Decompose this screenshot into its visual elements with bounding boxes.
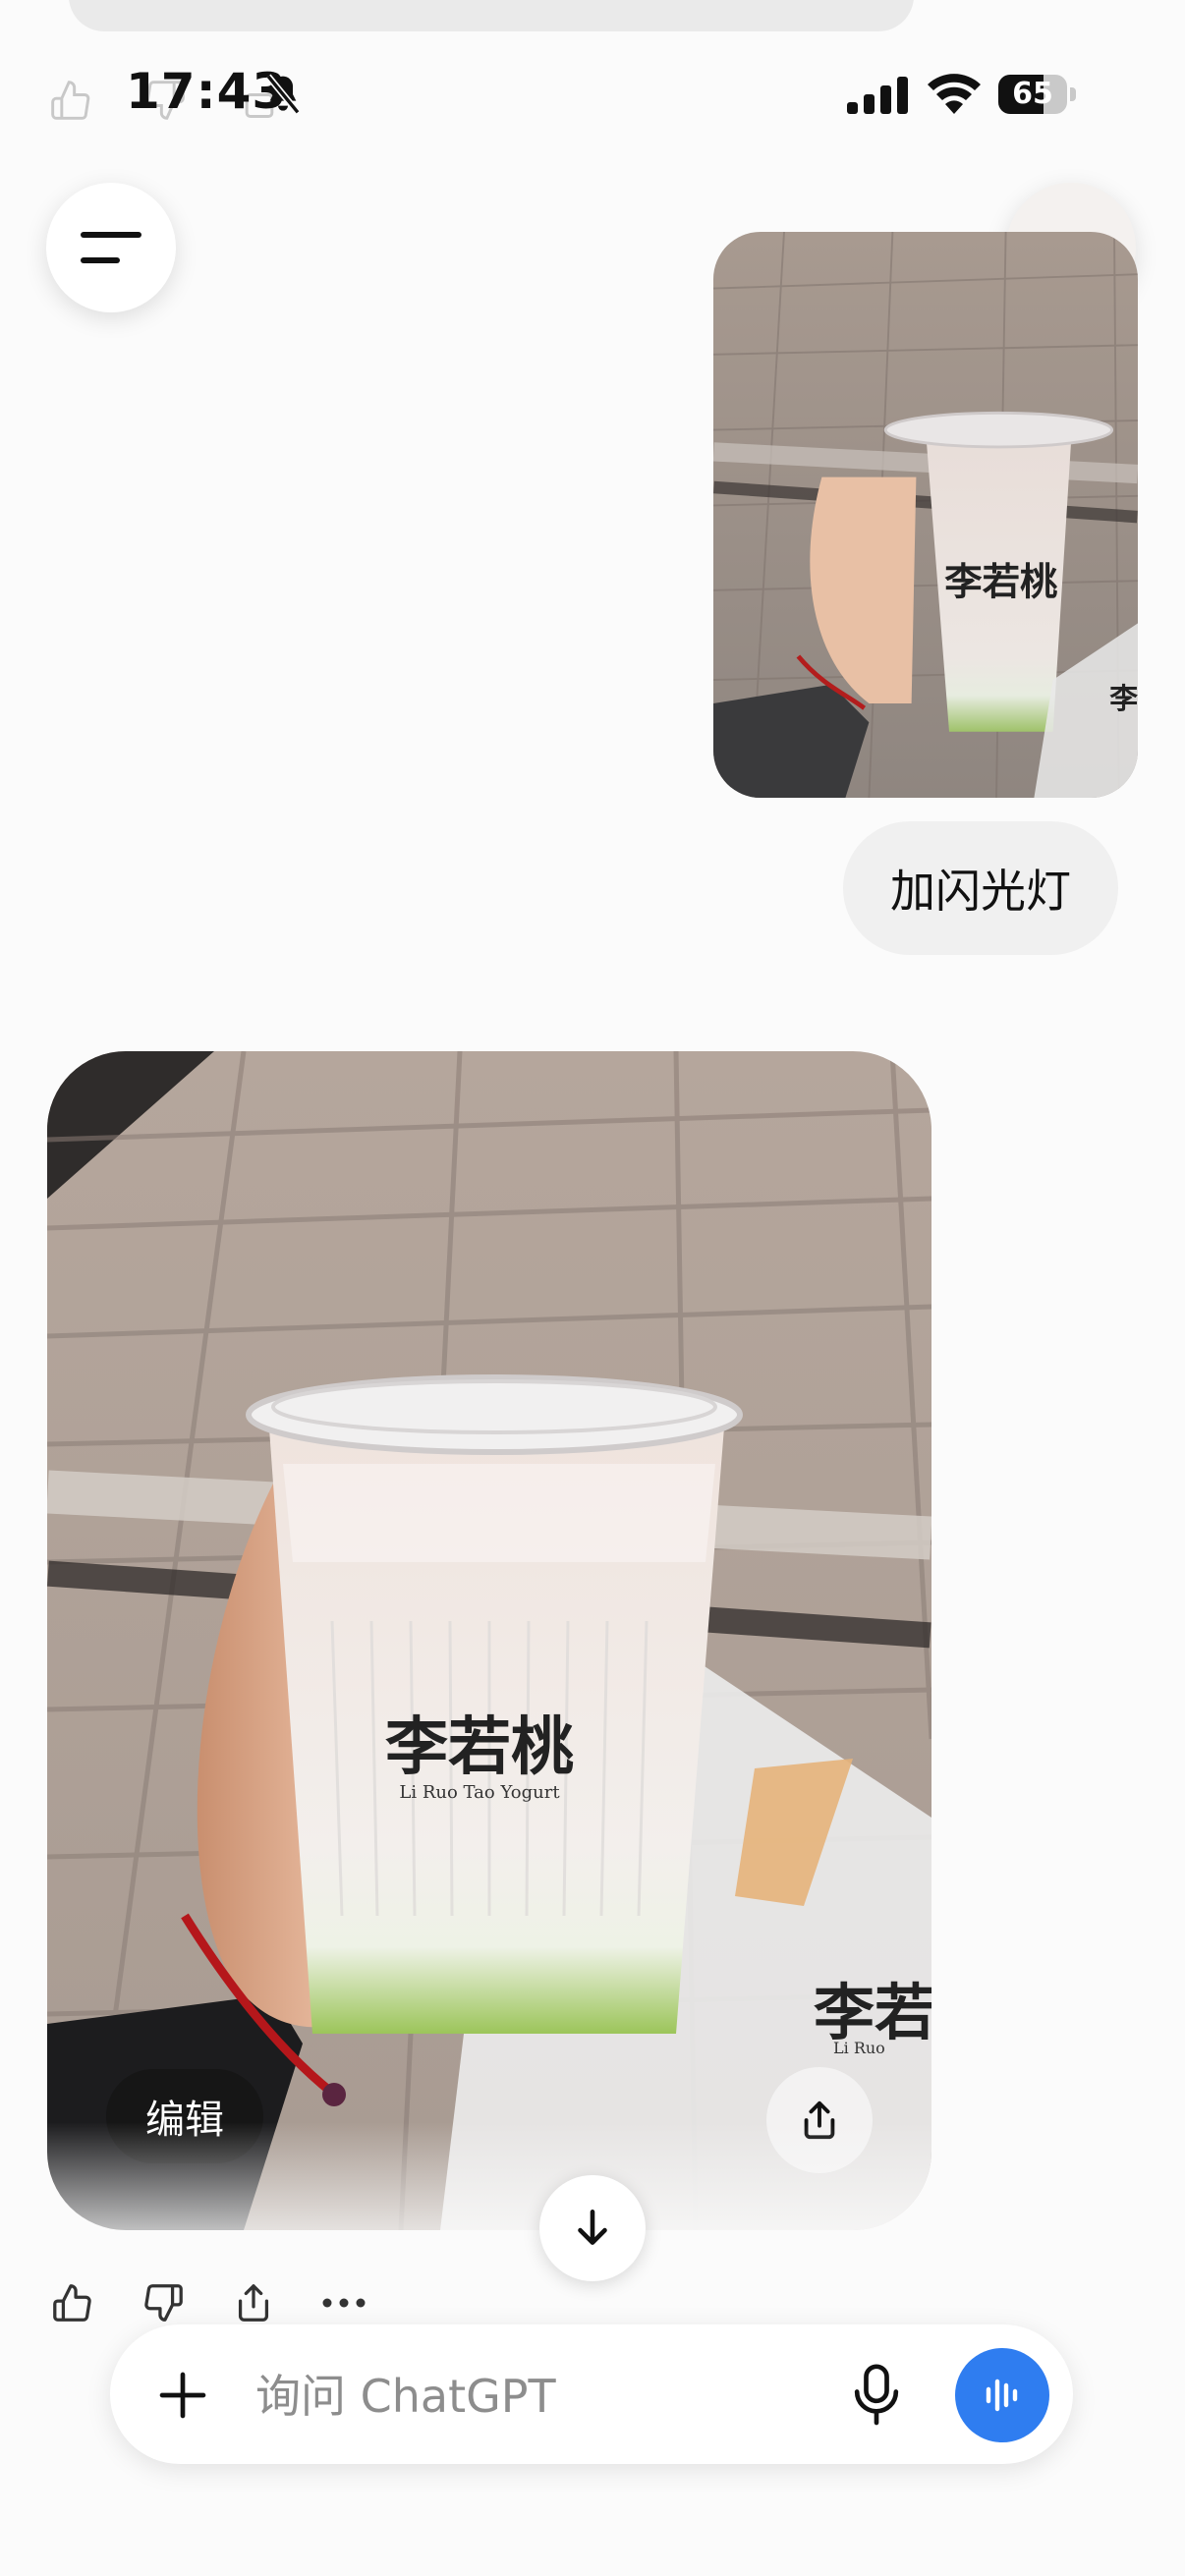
cup-logo-subtext: Li Ruo Tao Yogurt — [399, 1782, 560, 1803]
user-uploaded-photo[interactable]: 李若桃 李若 — [713, 232, 1138, 798]
yogurt-cup-photo-thumbnail: 李若桃 李若 — [713, 232, 1138, 798]
yogurt-cup-flash-photo: 李若 Li Ruo 李若桃 Li Ruo Tao Yogurt — [47, 1051, 931, 2230]
plus-icon — [159, 2372, 206, 2419]
previous-message-fragment — [69, 0, 914, 31]
menu-icon — [81, 232, 141, 263]
battery-icon: 65 — [998, 75, 1067, 114]
dislike-button[interactable] — [138, 2277, 189, 2328]
add-attachment-button[interactable] — [145, 2358, 220, 2433]
wifi-icon — [928, 74, 981, 114]
svg-text:李若: 李若 — [1109, 682, 1138, 715]
thumbs-up-icon — [51, 81, 90, 120]
battery-cap — [1070, 87, 1076, 101]
battery-indicator: 65 — [998, 75, 1077, 114]
message-actions — [47, 2277, 369, 2328]
share-image-button[interactable] — [766, 2067, 873, 2173]
share-icon — [804, 2100, 835, 2140]
generated-image[interactable]: 李若 Li Ruo 李若桃 Li Ruo Tao Yogurt — [47, 1051, 931, 2230]
like-button[interactable] — [47, 2277, 98, 2328]
svg-text:李若桃: 李若桃 — [944, 561, 1057, 605]
edit-image-button[interactable]: 编辑 — [106, 2069, 263, 2163]
cellular-signal-icon — [847, 77, 908, 114]
thumbs-up-icon — [53, 2284, 91, 2322]
cup-logo-text: 李若桃 — [385, 1710, 574, 1784]
more-message-options-button[interactable] — [318, 2277, 369, 2328]
message-input[interactable] — [254, 2358, 808, 2435]
arrow-down-icon — [578, 2210, 607, 2245]
scroll-to-bottom-button[interactable] — [539, 2175, 646, 2281]
dictation-button[interactable] — [835, 2354, 918, 2436]
svg-text:Li Ruo: Li Ruo — [833, 2039, 885, 2057]
thumbs-down-icon — [144, 2284, 183, 2322]
share-icon — [238, 2284, 269, 2322]
share-message-button[interactable] — [228, 2277, 279, 2328]
more-horizontal-icon — [322, 2298, 366, 2308]
battery-level: 65 — [1012, 77, 1053, 111]
sidebar-menu-button[interactable] — [46, 183, 176, 312]
voice-mode-button[interactable] — [955, 2348, 1049, 2442]
voice-mode-icon — [986, 2379, 1018, 2412]
microphone-icon — [854, 2364, 899, 2426]
user-message-bubble: 加闪光灯 — [843, 821, 1118, 955]
bell-slash-icon — [265, 74, 301, 115]
